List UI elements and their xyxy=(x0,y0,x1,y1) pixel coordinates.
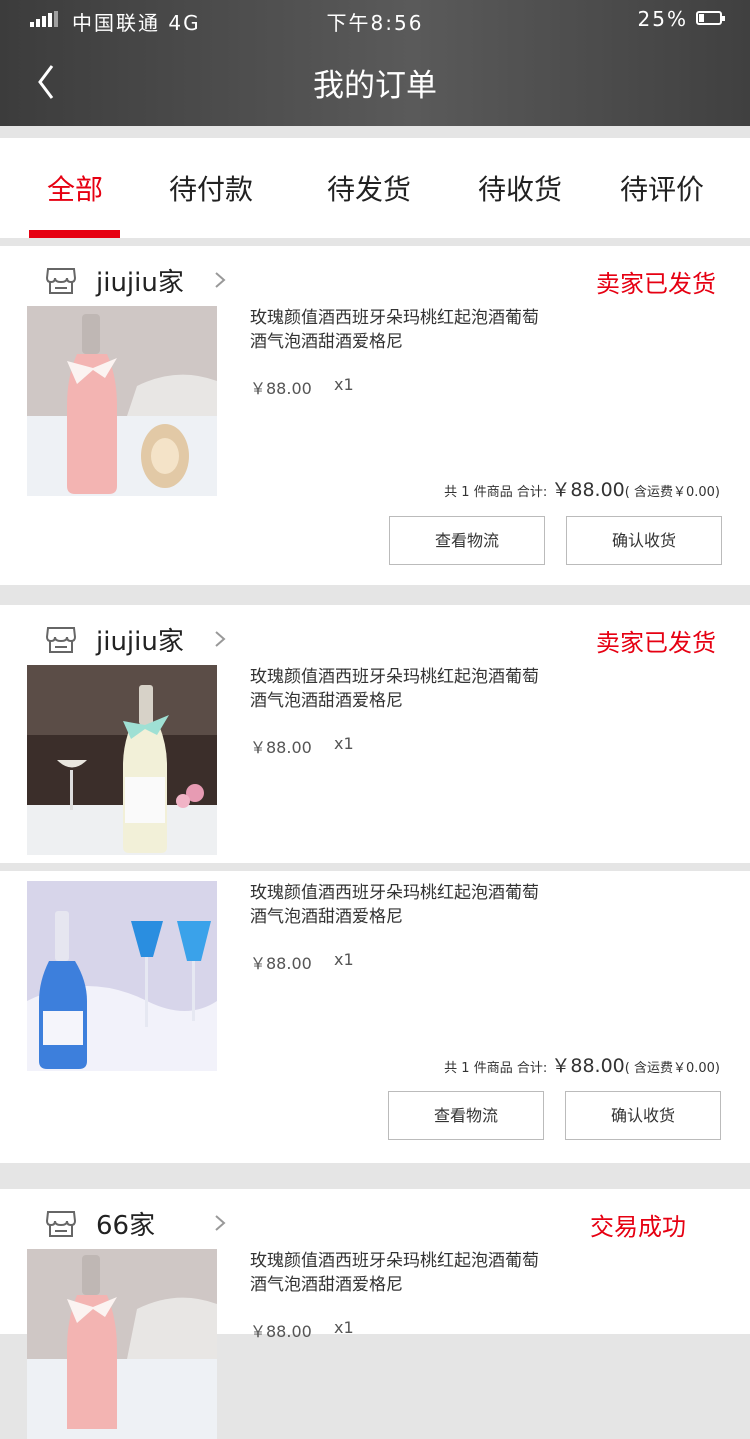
order-item[interactable]: 玫瑰颜值酒西班牙朵玛桃红起泡酒葡萄酒气泡酒甜酒爱格尼 ￥88.00 x1 xyxy=(0,881,750,1071)
view-logistics-button[interactable]: 查看物流 xyxy=(388,1091,544,1140)
product-quantity: x1 xyxy=(334,375,354,394)
active-tab-indicator xyxy=(29,230,120,238)
product-name: 玫瑰颜值酒西班牙朵玛桃红起泡酒葡萄酒气泡酒甜酒爱格尼 xyxy=(250,308,539,352)
tab-pending-payment[interactable]: 待付款 xyxy=(169,168,253,208)
order-status: 交易成功 xyxy=(590,1213,686,1241)
nav-bar: 我的订单 xyxy=(0,38,750,126)
product-image xyxy=(27,306,217,496)
page-title: 我的订单 xyxy=(313,68,437,104)
chevron-right-icon xyxy=(215,1215,226,1231)
shipping-fee: ( 含运费￥0.00) xyxy=(624,485,720,500)
order-item[interactable]: 玫瑰颜值酒西班牙朵玛桃红起泡酒葡萄酒气泡酒甜酒爱格尼 ￥88.00 x1 xyxy=(0,1249,750,1439)
product-name: 玫瑰颜值酒西班牙朵玛桃红起泡酒葡萄酒气泡酒甜酒爱格尼 xyxy=(250,667,539,711)
product-image xyxy=(27,881,217,1071)
product-quantity: x1 xyxy=(334,734,354,753)
tab-pending-shipment[interactable]: 待发货 xyxy=(327,168,411,208)
product-image xyxy=(27,1249,217,1439)
order-card: 66家 交易成功 玫瑰颜值酒西班牙朵玛桃红起泡酒葡萄酒气泡酒甜酒爱格尼 ￥88.… xyxy=(0,1189,750,1439)
product-name: 玫瑰颜值酒西班牙朵玛桃红起泡酒葡萄酒气泡酒甜酒爱格尼 xyxy=(250,1251,539,1295)
shop-name: jiujiu家 xyxy=(96,627,184,657)
order-tabs: 全部 待付款 待发货 待收货 待评价 xyxy=(0,138,750,238)
order-total: ￥88.00 xyxy=(551,479,625,501)
order-item[interactable]: 玫瑰颜值酒西班牙朵玛桃红起泡酒葡萄酒气泡酒甜酒爱格尼 ￥88.00 x1 xyxy=(0,306,750,496)
order-status: 卖家已发货 xyxy=(596,270,716,298)
order-card: jiujiu家 卖家已发货 玫瑰颜值酒西班牙朵玛桃红起泡酒葡萄酒气泡酒甜酒爱格尼… xyxy=(0,605,750,1163)
product-price: ￥88.00 xyxy=(250,1322,312,1341)
product-price: ￥88.00 xyxy=(250,379,312,398)
shop-header[interactable]: 66家 交易成功 xyxy=(0,1189,750,1249)
shop-header[interactable]: jiujiu家 卖家已发货 xyxy=(0,605,750,665)
order-summary: 共 1 件商品 合计: ￥88.00( 含运费￥0.00) xyxy=(444,1051,720,1078)
shop-name: jiujiu家 xyxy=(96,268,184,298)
product-quantity: x1 xyxy=(334,1318,354,1337)
view-logistics-button[interactable]: 查看物流 xyxy=(389,516,545,565)
status-bar: 中国联通 4G 下午8:56 25% xyxy=(0,0,750,38)
chevron-right-icon xyxy=(215,631,226,647)
shipping-fee: ( 含运费￥0.00) xyxy=(624,1061,720,1076)
shop-name: 66家 xyxy=(96,1211,156,1241)
item-count-label: 共 1 件商品 合计: xyxy=(444,485,548,500)
product-image xyxy=(27,665,217,855)
tab-pending-review[interactable]: 待评价 xyxy=(620,168,704,208)
item-divider xyxy=(0,863,750,871)
chevron-right-icon xyxy=(215,272,226,288)
order-status: 卖家已发货 xyxy=(596,629,716,657)
item-count-label: 共 1 件商品 合计: xyxy=(444,1061,548,1076)
order-total: ￥88.00 xyxy=(551,1055,625,1077)
confirm-receipt-button[interactable]: 确认收货 xyxy=(565,1091,721,1140)
shop-header[interactable]: jiujiu家 卖家已发货 xyxy=(0,246,750,306)
tab-pending-receipt[interactable]: 待收货 xyxy=(478,168,562,208)
product-name: 玫瑰颜值酒西班牙朵玛桃红起泡酒葡萄酒气泡酒甜酒爱格尼 xyxy=(250,883,539,927)
order-card: jiujiu家 卖家已发货 玫瑰颜值酒西班牙朵玛桃红起泡酒葡萄酒气泡酒甜酒爱格尼… xyxy=(0,246,750,585)
store-icon xyxy=(45,1211,77,1237)
battery-percent: 25% xyxy=(637,7,688,31)
store-icon xyxy=(45,268,77,294)
product-quantity: x1 xyxy=(334,950,354,969)
product-price: ￥88.00 xyxy=(250,738,312,757)
store-icon xyxy=(45,627,77,653)
battery-icon xyxy=(696,11,725,25)
order-item[interactable]: 玫瑰颜值酒西班牙朵玛桃红起泡酒葡萄酒气泡酒甜酒爱格尼 ￥88.00 x1 xyxy=(0,665,750,855)
tab-all[interactable]: 全部 xyxy=(47,168,103,208)
confirm-receipt-button[interactable]: 确认收货 xyxy=(566,516,722,565)
product-price: ￥88.00 xyxy=(250,954,312,973)
order-summary: 共 1 件商品 合计: ￥88.00( 含运费￥0.00) xyxy=(444,475,720,502)
